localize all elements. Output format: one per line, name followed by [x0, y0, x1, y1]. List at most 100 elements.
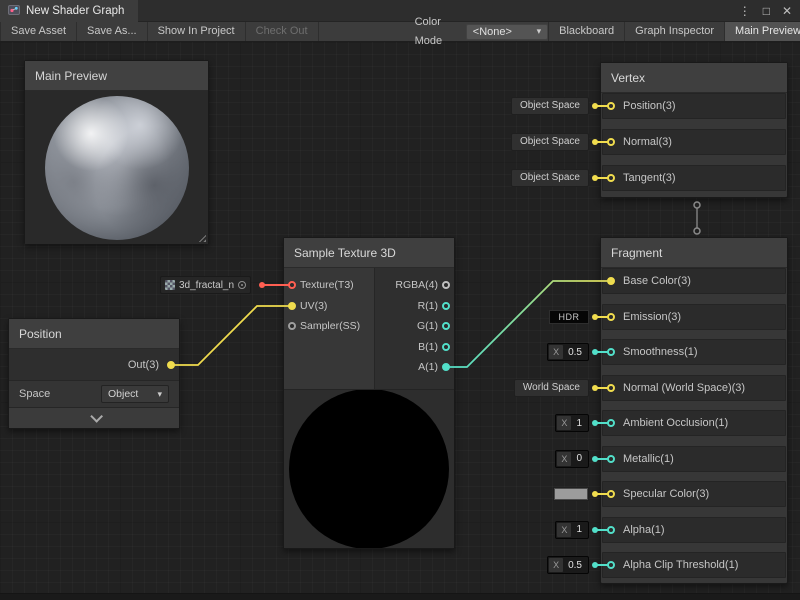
texture-preview-sphere: [289, 389, 449, 548]
alpha-clip-label: Alpha Clip Threshold(1): [623, 559, 738, 571]
ambient-occlusion-label: Ambient Occlusion(1): [623, 417, 728, 429]
texture-object-field[interactable]: 3d_fractal_n: [160, 276, 251, 294]
dropdown-arrow-icon: ▾: [537, 26, 542, 37]
vertex-tangent-port[interactable]: [607, 174, 615, 182]
input-row-sampler: Sampler(SS): [284, 316, 374, 337]
vertex-node[interactable]: Vertex Object Space Position(3) Object S…: [600, 62, 788, 198]
input-row-uv: UV(3): [284, 296, 374, 317]
alpha-clip-port[interactable]: [607, 561, 615, 569]
ambient-occlusion-port[interactable]: [607, 419, 615, 427]
toolbar-right-group: Blackboard Graph Inspector Main Preview: [548, 22, 800, 41]
uv-input-label: UV(3): [300, 300, 327, 312]
sample-node-header[interactable]: Sample Texture 3D: [284, 238, 454, 268]
alpha-clip-value[interactable]: 0.5: [564, 560, 588, 571]
r-output-port[interactable]: [442, 302, 450, 310]
vertex-position-port[interactable]: [607, 102, 615, 110]
fragment-row-specular: Specular Color(3): [602, 481, 786, 507]
check-out-button: Check Out: [246, 22, 319, 41]
position-node[interactable]: Position Out(3) Space Object ▾: [8, 318, 180, 429]
base-color-port[interactable]: [607, 277, 615, 285]
vertex-node-header[interactable]: Vertex: [601, 63, 787, 93]
r-output-label: R(1): [418, 300, 438, 312]
ambient-occlusion-float-field[interactable]: X 1: [555, 414, 589, 432]
alpha-value[interactable]: 1: [572, 524, 588, 535]
rgba-output-label: RGBA(4): [395, 279, 438, 291]
alpha-float-field[interactable]: X 1: [555, 521, 589, 539]
sample-inputs: 3d_fractal_n Texture(T3) UV(3) Sampler(S…: [284, 268, 374, 389]
graph-inspector-toggle-button[interactable]: Graph Inspector: [624, 22, 724, 41]
vertex-row-tangent: Object Space Tangent(3): [602, 165, 786, 191]
emission-port[interactable]: [607, 313, 615, 321]
main-preview-body: [25, 91, 208, 244]
specular-color-swatch[interactable]: [553, 487, 589, 501]
main-preview-title: Main Preview: [35, 69, 107, 83]
x-axis-tag: X: [549, 345, 563, 359]
uv-input-port[interactable]: [288, 302, 296, 310]
color-mode-value: <None>: [473, 26, 512, 38]
b-output-port[interactable]: [442, 343, 450, 351]
emission-hdr-color-field[interactable]: HDR: [549, 310, 589, 324]
toolbar: Save Asset Save As... Show In Project Ch…: [0, 22, 800, 42]
a-output-label: A(1): [418, 361, 438, 373]
save-as-button[interactable]: Save As...: [77, 22, 148, 41]
smoothness-float-field[interactable]: X 0.5: [547, 343, 589, 361]
base-color-label: Base Color(3): [623, 275, 691, 287]
resize-grip[interactable]: [197, 233, 206, 242]
document-tab[interactable]: New Shader Graph: [0, 0, 138, 22]
alpha-port[interactable]: [607, 526, 615, 534]
normal-port[interactable]: [607, 384, 615, 392]
horizontal-scrollbar-track[interactable]: [0, 593, 800, 600]
shader-graph-icon: [8, 4, 20, 19]
save-asset-button[interactable]: Save Asset: [0, 22, 77, 41]
object-picker-icon[interactable]: [238, 281, 246, 289]
metallic-float-field[interactable]: X 0: [555, 450, 589, 468]
specular-color-port[interactable]: [607, 490, 615, 498]
rgba-output-port[interactable]: [442, 281, 450, 289]
texture-input-label: Texture(T3): [300, 279, 354, 291]
x-axis-tag: X: [549, 558, 563, 572]
title-bar: New Shader Graph ⋮ □ ✕: [0, 0, 800, 22]
main-preview-toggle-button[interactable]: Main Preview: [724, 22, 800, 41]
show-in-project-button[interactable]: Show In Project: [148, 22, 246, 41]
main-preview-panel: Main Preview: [24, 60, 209, 244]
node-preview-area: [284, 389, 454, 548]
space-enum-dropdown[interactable]: Object ▾: [101, 385, 169, 403]
position-out-port[interactable]: [167, 361, 175, 369]
g-output-label: G(1): [417, 320, 438, 332]
vertex-normal-port[interactable]: [607, 138, 615, 146]
metallic-port[interactable]: [607, 455, 615, 463]
x-axis-tag: X: [557, 452, 571, 466]
collapse-chevron-icon: [90, 410, 103, 423]
smoothness-port[interactable]: [607, 348, 615, 356]
texture-input-port[interactable]: [288, 281, 296, 289]
fragment-row-emission: HDR Emission(3): [602, 304, 786, 330]
color-mode-group: Color Mode <None> ▾: [415, 22, 549, 41]
position-node-header[interactable]: Position: [9, 319, 179, 349]
sample-texture-3d-node[interactable]: Sample Texture 3D 3d_fractal_n Texture(T…: [283, 237, 455, 549]
window-maximize-icon[interactable]: □: [763, 4, 770, 18]
normal-space-dropdown[interactable]: Object Space: [511, 133, 589, 151]
smoothness-value[interactable]: 0.5: [564, 347, 588, 358]
color-mode-dropdown[interactable]: <None> ▾: [466, 24, 548, 40]
ambient-occlusion-value[interactable]: 1: [572, 418, 588, 429]
texture-thumbnail-icon: [165, 280, 175, 290]
space-value: Object: [108, 388, 138, 400]
fragment-node-header[interactable]: Fragment: [601, 238, 787, 268]
a-output-port[interactable]: [442, 363, 450, 371]
position-space-dropdown[interactable]: Object Space: [511, 97, 589, 115]
node-collapse-bar[interactable]: [9, 408, 179, 428]
position-out-row: Out(3): [9, 349, 179, 381]
metallic-value[interactable]: 0: [572, 453, 588, 464]
g-output-port[interactable]: [442, 322, 450, 330]
window-menu-icon[interactable]: ⋮: [739, 4, 751, 18]
fragment-node[interactable]: Fragment Base Color(3) HDR Emission(3) X…: [600, 237, 788, 584]
alpha-clip-float-field[interactable]: X 0.5: [547, 556, 589, 574]
tangent-space-dropdown[interactable]: Object Space: [511, 169, 589, 187]
main-preview-header[interactable]: Main Preview: [25, 61, 208, 91]
vertex-row-normal: Object Space Normal(3): [602, 129, 786, 155]
normal-world-space-dropdown[interactable]: World Space: [514, 379, 589, 397]
sampler-input-port[interactable]: [288, 322, 296, 330]
window-close-icon[interactable]: ✕: [782, 4, 792, 18]
smoothness-label: Smoothness(1): [623, 346, 698, 358]
blackboard-toggle-button[interactable]: Blackboard: [548, 22, 624, 41]
